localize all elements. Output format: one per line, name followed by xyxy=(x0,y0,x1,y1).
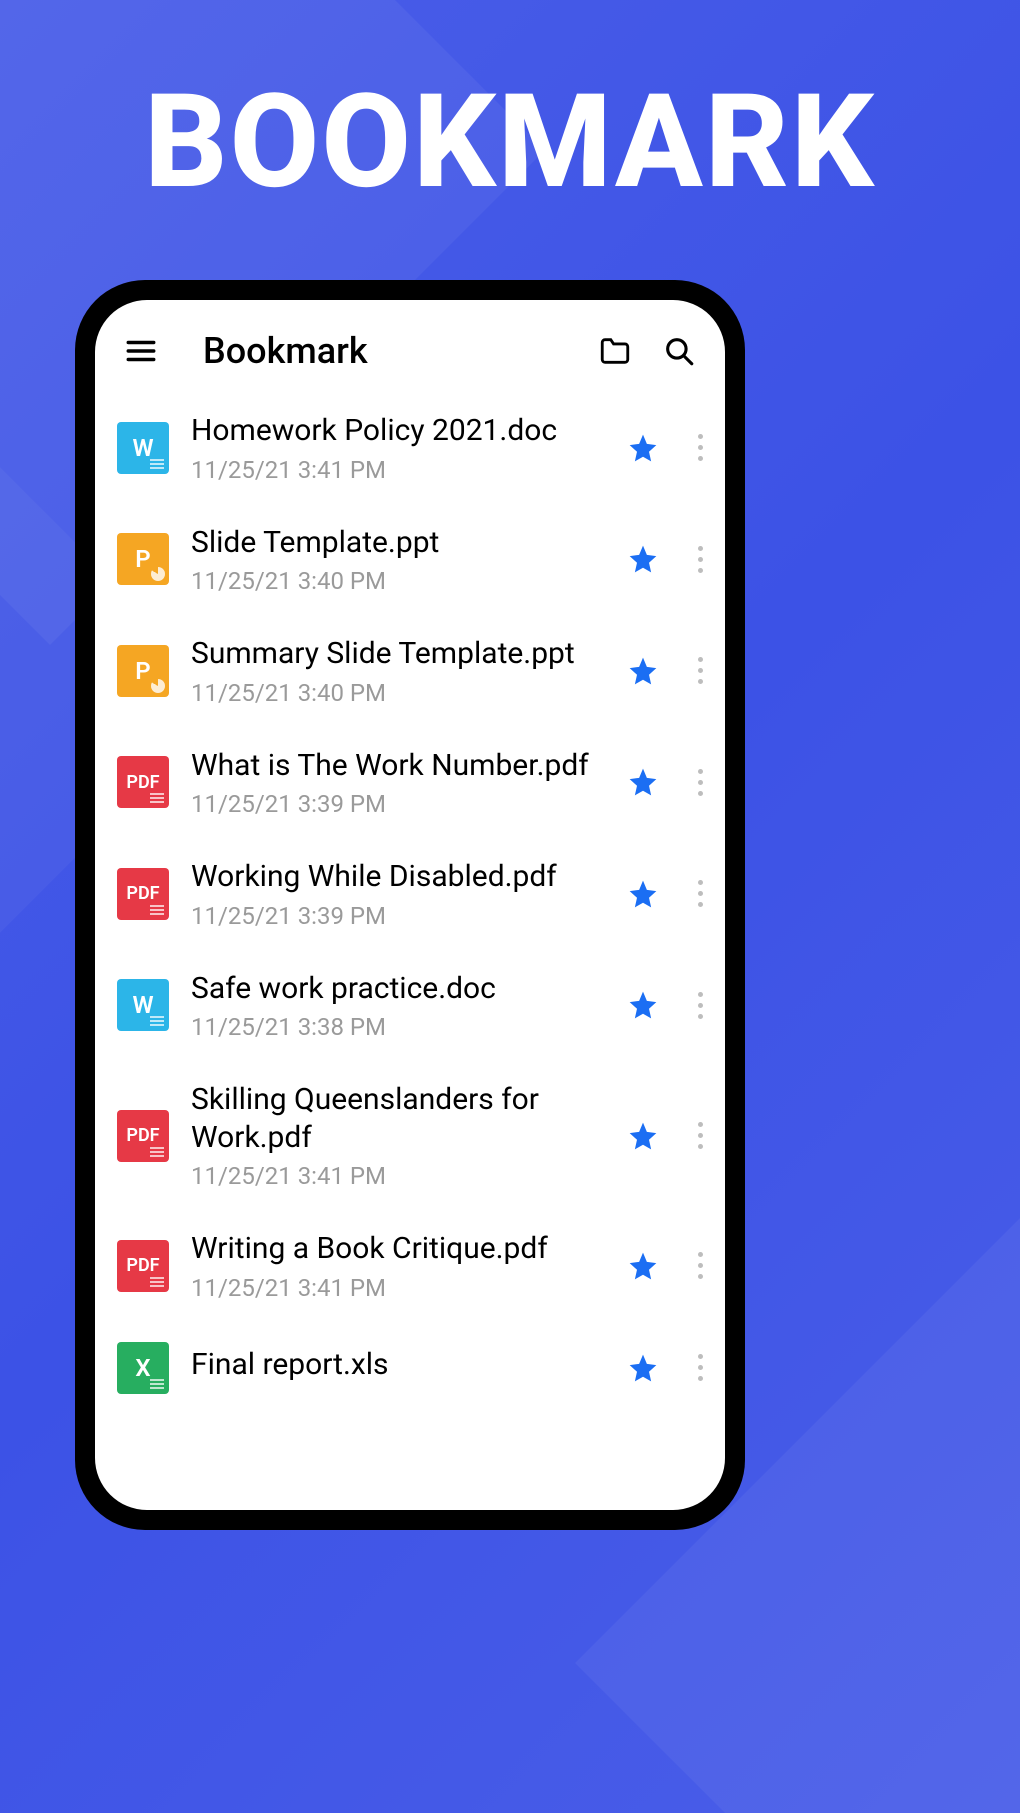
file-row[interactable]: PDF Working While Disabled.pdf 11/25/21 3:… xyxy=(95,838,725,950)
file-meta: What is The Work Number.pdf 11/25/21 3:39… xyxy=(191,747,601,819)
file-meta: Safe work practice.doc 11/25/21 3:38 PM xyxy=(191,970,601,1042)
file-meta: Homework Policy 2021.doc 11/25/21 3:41 PM xyxy=(191,412,601,484)
folder-icon xyxy=(598,334,632,368)
more-options-button[interactable] xyxy=(685,762,715,802)
file-date: 11/25/21 3:40 PM xyxy=(191,567,601,595)
bookmark-star-button[interactable] xyxy=(623,1348,663,1388)
app-bar: Bookmark xyxy=(95,300,725,392)
file-row[interactable]: W Safe work practice.doc 11/25/21 3:38 PM xyxy=(95,950,725,1062)
more-options-button[interactable] xyxy=(685,874,715,914)
filetype-icon: W xyxy=(117,979,169,1031)
file-name: What is The Work Number.pdf xyxy=(191,747,601,785)
filetype-icon: P xyxy=(117,533,169,585)
bookmark-star-button[interactable] xyxy=(623,874,663,914)
file-name: Skilling Queenslanders for Work.pdf xyxy=(191,1081,601,1156)
bookmark-star-button[interactable] xyxy=(623,1116,663,1156)
filetype-icon: P xyxy=(117,645,169,697)
file-date: 11/25/21 3:41 PM xyxy=(191,456,601,484)
filetype-icon: PDF xyxy=(117,1110,169,1162)
phone-frame: Bookmark W Homework Policy 2021.doc 11/25/… xyxy=(75,280,745,1530)
search-icon xyxy=(662,334,696,368)
star-icon xyxy=(627,432,659,464)
file-meta: Writing a Book Critique.pdf 11/25/21 3:41… xyxy=(191,1230,601,1302)
star-icon xyxy=(627,766,659,798)
star-icon xyxy=(627,655,659,687)
bookmark-star-button[interactable] xyxy=(623,539,663,579)
more-options-button[interactable] xyxy=(685,428,715,468)
star-icon xyxy=(627,989,659,1021)
file-date: 11/25/21 3:41 PM xyxy=(191,1274,601,1302)
filetype-icon: PDF xyxy=(117,1240,169,1292)
bookmark-star-button[interactable] xyxy=(623,428,663,468)
file-row[interactable]: P Slide Template.ppt 11/25/21 3:40 PM xyxy=(95,504,725,616)
search-button[interactable] xyxy=(659,331,699,371)
phone-screen: Bookmark W Homework Policy 2021.doc 11/25/… xyxy=(95,300,725,1510)
file-meta: Skilling Queenslanders for Work.pdf 11/25… xyxy=(191,1081,601,1190)
more-options-button[interactable] xyxy=(685,985,715,1025)
file-row[interactable]: PDF What is The Work Number.pdf 11/25/21 3… xyxy=(95,727,725,839)
star-icon xyxy=(627,1250,659,1282)
file-name: Safe work practice.doc xyxy=(191,970,601,1008)
page-title: Bookmark xyxy=(203,330,571,372)
more-options-button[interactable] xyxy=(685,651,715,691)
filetype-icon: X xyxy=(117,1342,169,1394)
star-icon xyxy=(627,1352,659,1384)
file-row[interactable]: PDF Skilling Queenslanders for Work.pdf 11… xyxy=(95,1061,725,1210)
file-date: 11/25/21 3:39 PM xyxy=(191,902,601,930)
star-icon xyxy=(627,543,659,575)
filetype-icon: PDF xyxy=(117,756,169,808)
file-meta: Final report.xls xyxy=(191,1346,601,1390)
file-meta: Summary Slide Template.ppt 11/25/21 3:40 … xyxy=(191,635,601,707)
file-row[interactable]: X Final report.xls xyxy=(95,1322,725,1414)
file-name: Summary Slide Template.ppt xyxy=(191,635,601,673)
file-row[interactable]: P Summary Slide Template.ppt 11/25/21 3:40… xyxy=(95,615,725,727)
file-date: 11/25/21 3:39 PM xyxy=(191,790,601,818)
file-date: 11/25/21 3:41 PM xyxy=(191,1162,601,1190)
more-options-button[interactable] xyxy=(685,539,715,579)
bookmark-star-button[interactable] xyxy=(623,1246,663,1286)
bookmark-star-button[interactable] xyxy=(623,762,663,802)
file-meta: Slide Template.ppt 11/25/21 3:40 PM xyxy=(191,524,601,596)
file-row[interactable]: PDF Writing a Book Critique.pdf 11/25/21 3… xyxy=(95,1210,725,1322)
file-name: Writing a Book Critique.pdf xyxy=(191,1230,601,1268)
file-row[interactable]: W Homework Policy 2021.doc 11/25/21 3:41 P… xyxy=(95,392,725,504)
star-icon xyxy=(627,1120,659,1152)
file-meta: Working While Disabled.pdf 11/25/21 3:39 … xyxy=(191,858,601,930)
bookmark-star-button[interactable] xyxy=(623,985,663,1025)
more-options-button[interactable] xyxy=(685,1348,715,1388)
file-name: Final report.xls xyxy=(191,1346,601,1384)
file-date: 11/25/21 3:38 PM xyxy=(191,1013,601,1041)
menu-button[interactable] xyxy=(121,331,161,371)
file-date: 11/25/21 3:40 PM xyxy=(191,679,601,707)
filetype-icon: W xyxy=(117,422,169,474)
star-icon xyxy=(627,878,659,910)
folder-button[interactable] xyxy=(595,331,635,371)
filetype-icon: PDF xyxy=(117,868,169,920)
more-options-button[interactable] xyxy=(685,1246,715,1286)
bookmark-star-button[interactable] xyxy=(623,651,663,691)
file-list: W Homework Policy 2021.doc 11/25/21 3:41 P… xyxy=(95,392,725,1510)
file-name: Slide Template.ppt xyxy=(191,524,601,562)
promo-title: BOOKMARK xyxy=(0,65,1020,218)
menu-icon xyxy=(124,334,158,368)
file-name: Working While Disabled.pdf xyxy=(191,858,601,896)
file-name: Homework Policy 2021.doc xyxy=(191,412,601,450)
more-options-button[interactable] xyxy=(685,1116,715,1156)
